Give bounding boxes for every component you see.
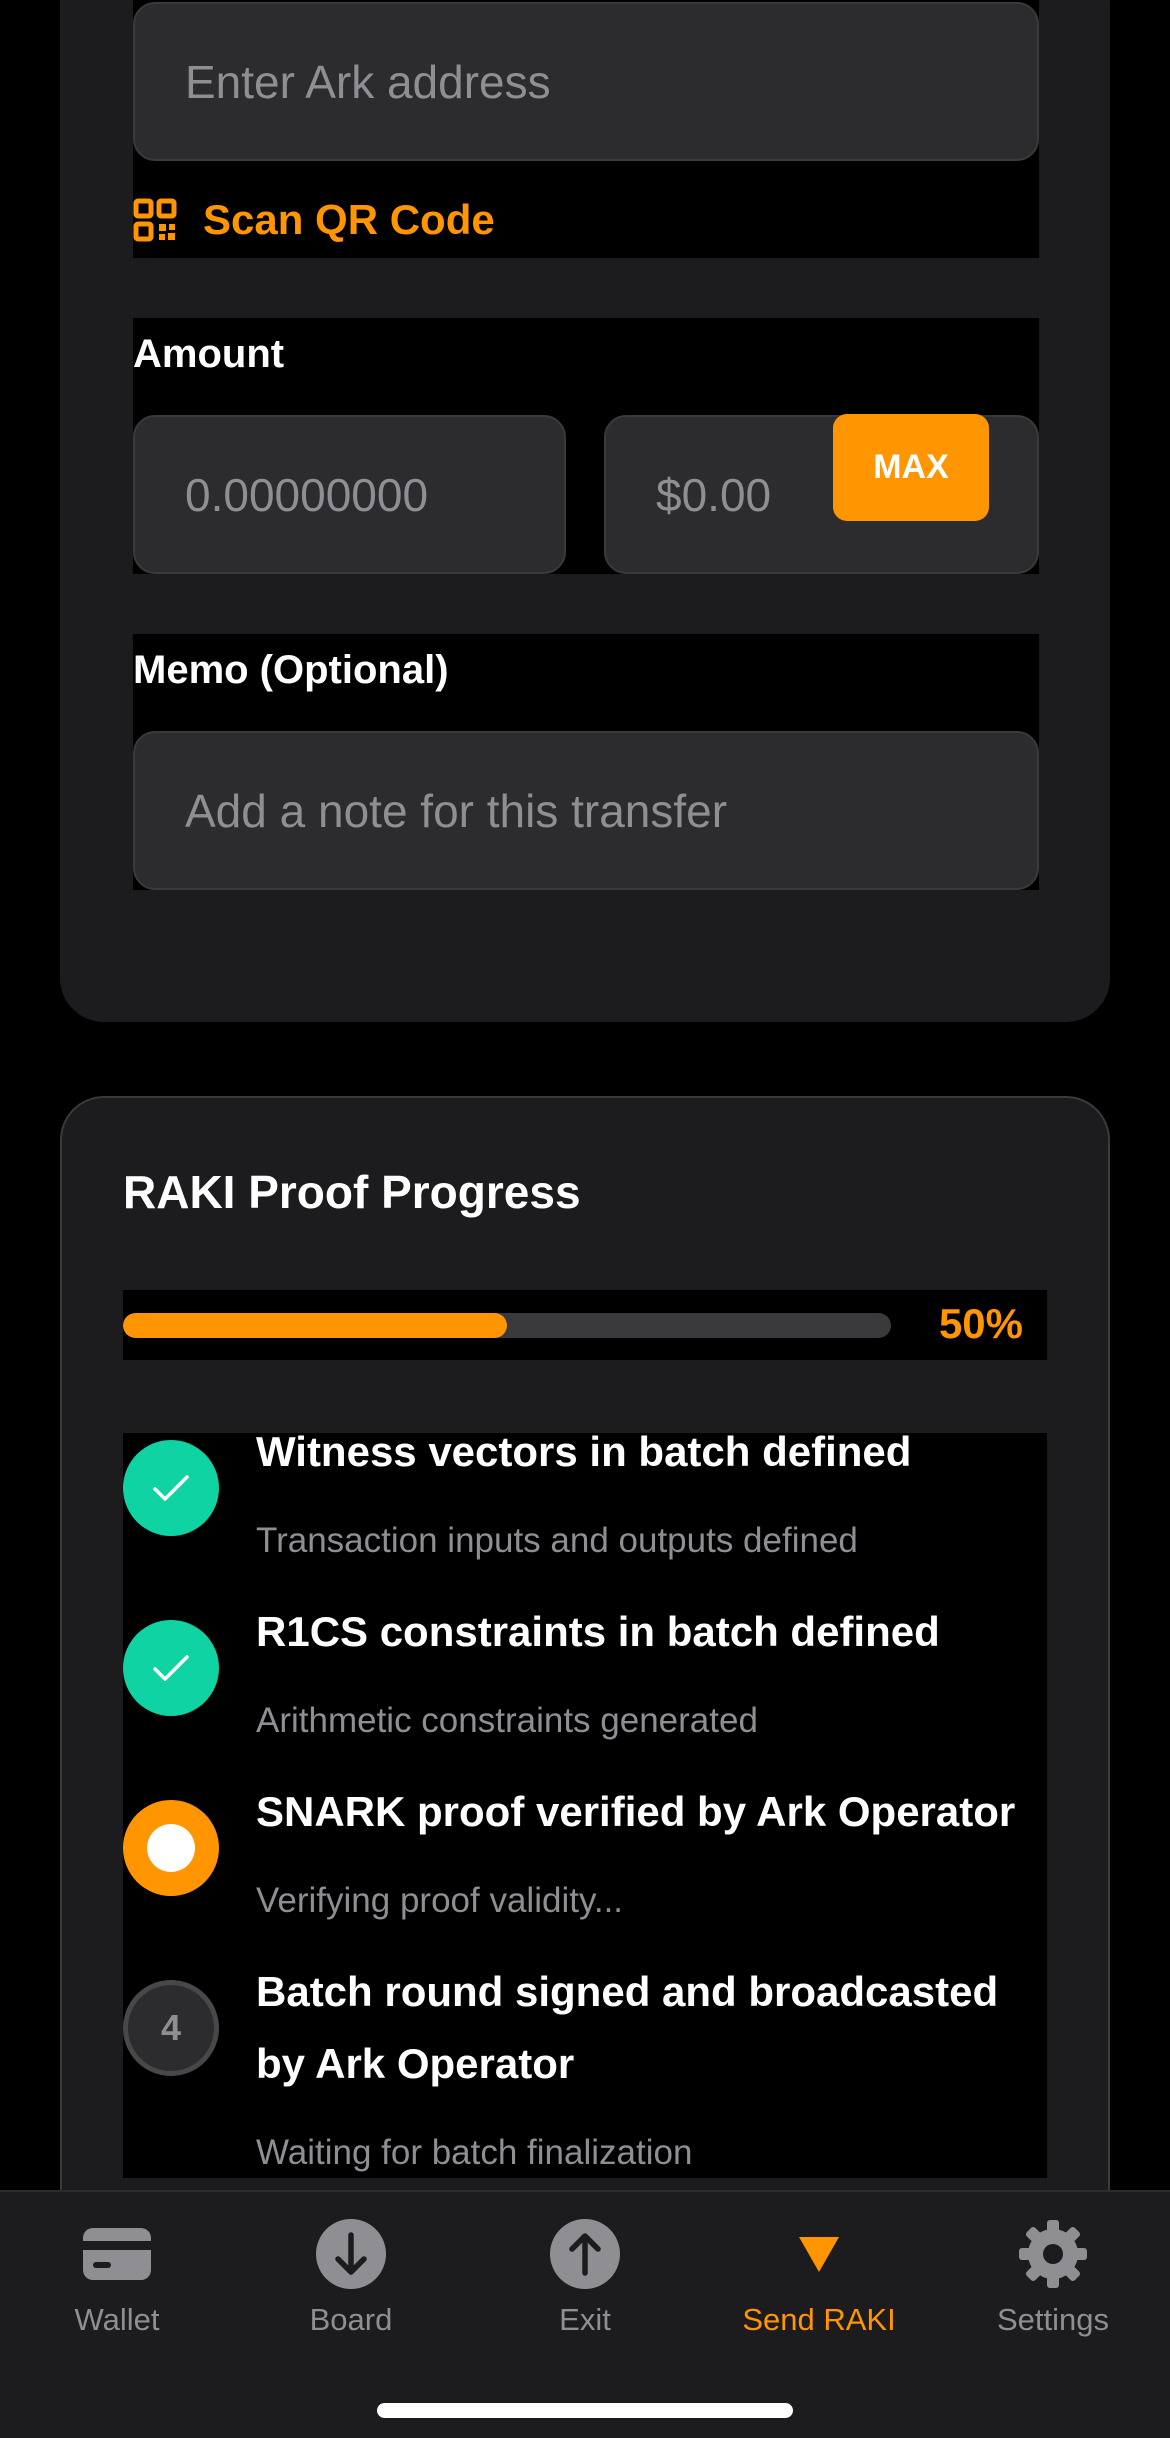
tab-send-raki[interactable]: Send RAKI [702,2216,936,2338]
checkmark-icon [153,1655,189,1681]
tab-label: Settings [996,2302,1109,2337]
memo-placeholder: Add a note for this transfer [185,784,728,837]
recipient-placeholder: Enter Ark address [185,55,551,108]
memo-label: Memo (Optional) [133,648,449,692]
active-dot-icon [147,1824,195,1872]
arrow-up-circle-icon [549,2216,621,2292]
recipient-address-input[interactable]: Enter Ark address [133,2,1039,161]
step-title: SNARK proof verified by Ark Operator [256,1788,1016,1835]
step-complete-icon [123,1440,219,1536]
wallet-icon [81,2216,153,2292]
progress-bar-fill [123,1313,507,1338]
step-subtitle: Waiting for batch finalization [256,2133,693,2172]
home-indicator [377,2403,793,2418]
tab-label: Send RAKI [742,2302,896,2337]
gear-icon [1017,2216,1089,2292]
scan-qr-button[interactable]: Scan QR Code [133,196,495,244]
step-complete-icon [123,1620,219,1716]
max-button[interactable]: MAX [833,414,989,521]
arrow-down-circle-icon [315,2216,387,2292]
progress-bar-section: 50% [123,1290,1047,1360]
checkmark-icon [153,1475,189,1501]
progress-percent: 50% [938,1300,1023,1347]
progress-title: RAKI Proof Progress [123,1166,581,1218]
tab-label: Board [309,2302,393,2337]
step-in-progress-icon [123,1800,219,1896]
amount-usd-placeholder: $0.00 [656,468,772,521]
tab-label: Wallet [74,2302,160,2337]
scan-qr-label: Scan QR Code [203,196,495,243]
progress-steps: Witness vectors in batch defined Transac… [123,1428,1047,2178]
amount-label: Amount [133,332,285,376]
progress-bar-track [123,1313,891,1338]
step-subtitle: Arithmetic constraints generated [256,1701,758,1740]
tab-settings[interactable]: Settings [936,2216,1170,2338]
step-title: R1CS constraints in batch defined [256,1608,940,1655]
tab-label: Exit [559,2302,611,2337]
step-pending-icon: 4 [123,1980,219,2076]
triangle-down-icon [797,2216,841,2292]
amount-btc-input[interactable]: 0.00000000 [133,415,566,574]
step-title: Witness vectors in batch defined [256,1428,912,1475]
tab-bar: Wallet Board Exit Send RAKI Settings [0,2190,1170,2438]
step-title: Batch round signed and broadcasted by Ar… [256,1968,999,2087]
amount-btc-placeholder: 0.00000000 [185,468,429,521]
tab-wallet[interactable]: Wallet [0,2216,234,2338]
step-subtitle: Transaction inputs and outputs defined [256,1521,858,1560]
tab-board[interactable]: Board [234,2216,468,2338]
memo-input[interactable]: Add a note for this transfer [133,731,1039,890]
tab-exit[interactable]: Exit [468,2216,702,2338]
qr-code-icon [133,198,177,242]
step-subtitle: Verifying proof validity... [256,1881,624,1920]
